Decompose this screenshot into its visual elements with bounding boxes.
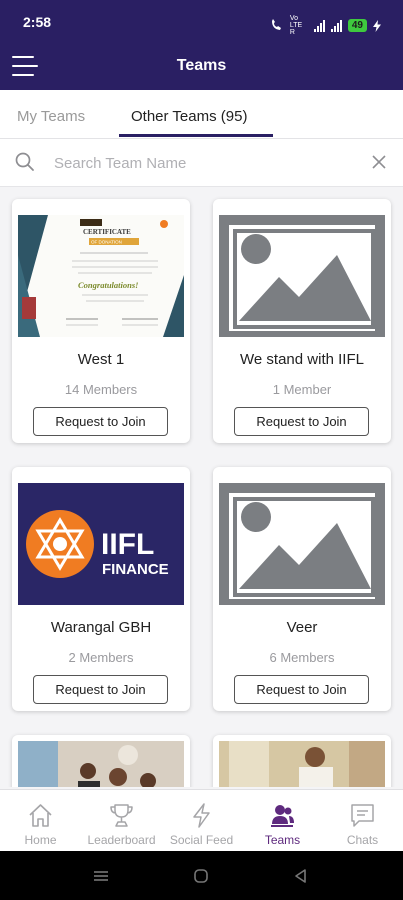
status-bar: 2:58 Vo LTE R 49 (0, 0, 403, 44)
home-button-icon[interactable] (193, 868, 209, 884)
bottom-nav: Home Leaderboard Social Feed Teams Chats (0, 789, 403, 851)
search-icon (15, 152, 34, 171)
tab-my-teams[interactable]: My Teams (17, 108, 85, 125)
nav-chats[interactable]: Chats (322, 790, 403, 852)
certificate-heading: CERTIFICATE (83, 228, 131, 236)
logo-sub: FINANCE (102, 561, 169, 578)
team-image (219, 483, 385, 605)
search-input[interactable] (54, 151, 344, 175)
teams-icon (271, 805, 294, 827)
team-image: IIFL FINANCE (18, 483, 184, 605)
search-bar (0, 139, 403, 187)
signal-icon (313, 19, 325, 32)
nav-label: Leaderboard (87, 833, 156, 847)
active-tab-indicator (119, 134, 273, 137)
signal-icon-2 (330, 19, 342, 32)
home-icon (29, 804, 52, 827)
iifl-finance-logo: IIFL FINANCE (18, 483, 184, 605)
tab-other-teams[interactable]: Other Teams (95) (131, 108, 247, 125)
team-image: CERTIFICATE OF DONATION Congratulations! (18, 215, 184, 337)
team-photo (18, 741, 184, 787)
team-card[interactable]: Veer 6 Members Request to Join (213, 467, 391, 711)
nav-label: Social Feed (169, 833, 234, 847)
close-icon[interactable] (371, 154, 387, 170)
team-name: Warangal GBH (50, 619, 152, 636)
wifi-call-icon (271, 19, 281, 30)
team-member-count: 2 Members (68, 650, 134, 665)
nav-leaderboard[interactable]: Leaderboard (81, 790, 162, 852)
logo-brand: IIFL (101, 528, 154, 561)
team-name: West 1 (77, 351, 125, 368)
team-name: We stand with IIFL (240, 351, 364, 368)
team-member-count: 6 Members (269, 650, 335, 665)
team-image (18, 741, 184, 787)
system-nav-bar (0, 851, 403, 900)
request-to-join-button[interactable]: Request to Join (33, 407, 168, 436)
image-placeholder-icon (219, 215, 385, 337)
team-card[interactable]: We stand with IIFL 1 Member Request to J… (213, 199, 391, 443)
certificate-congrats: Congratulations! (78, 280, 138, 290)
request-to-join-button[interactable]: Request to Join (234, 675, 369, 704)
nav-home[interactable]: Home (0, 790, 81, 852)
status-icons: Vo LTE R 49 (270, 15, 381, 36)
team-card[interactable]: IIFL FINANCE Warangal GBH 2 Members Requ… (12, 467, 190, 711)
page-title: Teams (176, 57, 227, 74)
charging-icon (373, 19, 381, 32)
team-card[interactable]: CERTIFICATE OF DONATION Congratulations!… (12, 199, 190, 443)
lightning-icon (193, 803, 210, 828)
request-to-join-button[interactable]: Request to Join (33, 675, 168, 704)
team-image (219, 215, 385, 337)
team-member-count: 1 Member (272, 382, 332, 397)
team-image (219, 741, 385, 787)
team-card[interactable] (12, 735, 190, 787)
app-bar: Teams (0, 44, 403, 90)
image-placeholder-icon (219, 483, 385, 605)
tab-bar: My Teams Other Teams (95) (0, 90, 403, 138)
teams-grid: CERTIFICATE OF DONATION Congratulations!… (0, 187, 403, 787)
trophy-icon (110, 804, 133, 827)
team-name: Veer (286, 619, 318, 636)
nav-label: Home (24, 833, 57, 847)
team-card[interactable] (213, 735, 391, 787)
nav-social-feed[interactable]: Social Feed (161, 790, 242, 852)
certificate-subheading: OF DONATION (91, 240, 122, 245)
battery-indicator: 49 (347, 19, 367, 32)
recent-apps-icon[interactable] (93, 868, 109, 884)
nav-label: Teams (264, 833, 301, 847)
network-label: Vo LTE R (289, 15, 303, 36)
status-time: 2:58 (23, 14, 52, 30)
team-member-count: 14 Members (64, 382, 138, 397)
request-to-join-button[interactable]: Request to Join (234, 407, 369, 436)
certificate-image: CERTIFICATE OF DONATION Congratulations! (18, 215, 184, 337)
nav-teams[interactable]: Teams (242, 790, 323, 852)
nav-label: Chats (346, 833, 379, 847)
chat-icon (351, 804, 374, 827)
team-photo (219, 741, 385, 787)
back-icon[interactable] (293, 868, 309, 884)
